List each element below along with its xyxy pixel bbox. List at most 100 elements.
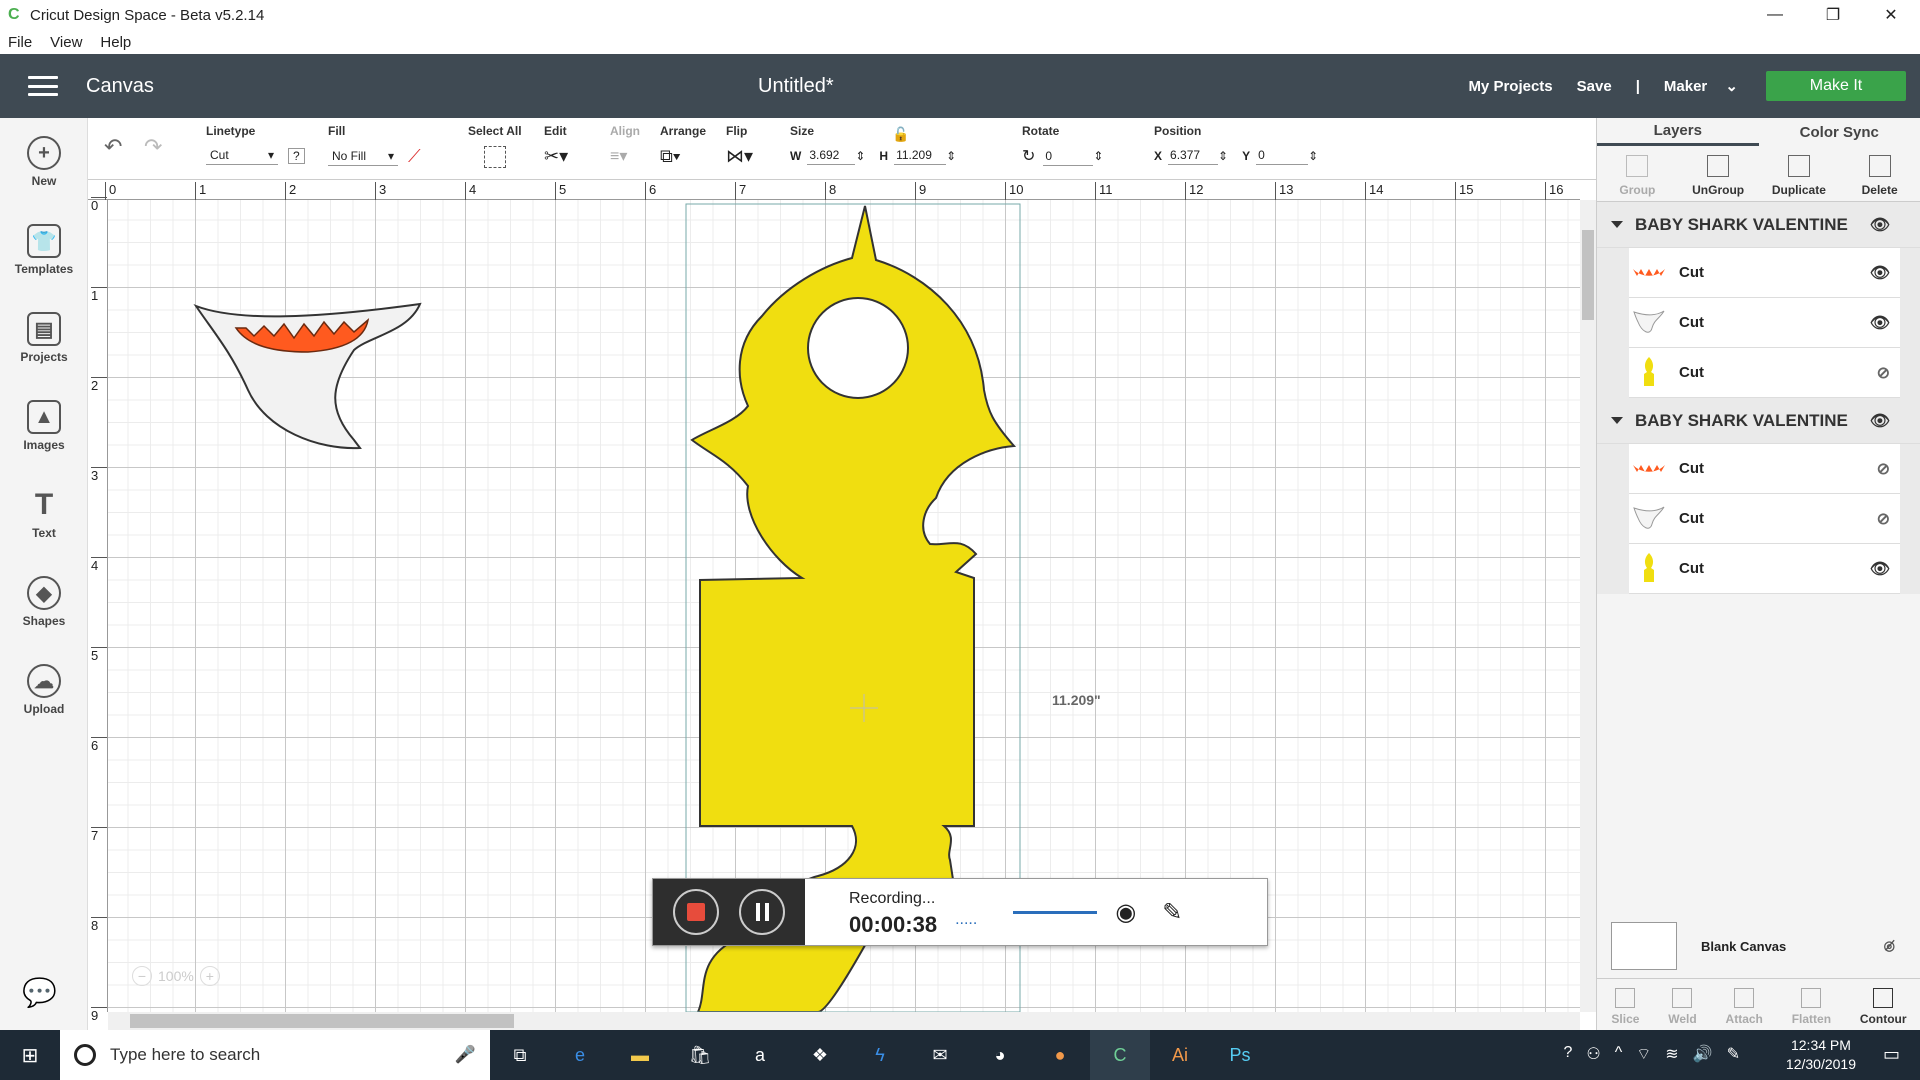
feedback-chat-icon[interactable]: 💬	[22, 976, 57, 1009]
volume-icon[interactable]: 🔊	[1693, 1044, 1713, 1064]
redo-icon[interactable]: ↷	[144, 134, 162, 160]
vertical-scrollbar[interactable]	[1580, 200, 1596, 1012]
weld-button[interactable]: Weld	[1668, 979, 1697, 1030]
flip-button[interactable]: Flip ⋈▾	[726, 124, 753, 167]
layer-group-header[interactable]: BABY SHARK VALENTINE 👁	[1597, 398, 1920, 444]
edge-icon[interactable]: e	[550, 1030, 610, 1080]
align-button[interactable]: Align ≡▾	[610, 124, 640, 166]
layer-group-header[interactable]: BABY SHARK VALENTINE 👁	[1597, 202, 1920, 248]
layer-row[interactable]: Cut ⊘	[1629, 348, 1900, 398]
x-input[interactable]: 6.377	[1168, 146, 1219, 165]
ungroup-button[interactable]: UnGroup	[1678, 146, 1758, 201]
pen-tray-icon[interactable]: ✎	[1727, 1044, 1740, 1064]
eye-icon[interactable]: 👁	[1870, 263, 1890, 283]
microphone-icon[interactable]: 🎤	[455, 1045, 476, 1065]
cricut-taskbar-icon[interactable]: C	[1090, 1030, 1150, 1080]
people-icon[interactable]: ⚇	[1586, 1044, 1600, 1064]
help-tray-icon[interactable]: ?	[1563, 1044, 1572, 1064]
firefox-icon[interactable]: ●	[1030, 1030, 1090, 1080]
y-stepper-icon[interactable]: ⇕	[1308, 149, 1318, 163]
zoom-in-icon[interactable]: +	[199, 966, 220, 986]
sidebar-upload[interactable]: ☁ Upload	[0, 664, 88, 716]
amazon-icon[interactable]: a	[730, 1030, 790, 1080]
delete-button[interactable]: Delete	[1840, 146, 1920, 201]
eye-icon[interactable]: 👁	[1870, 313, 1890, 333]
volume-slider[interactable]	[1013, 910, 1098, 914]
network-icon[interactable]: ⌔	[1636, 1044, 1651, 1064]
stop-recording-button[interactable]	[673, 889, 719, 935]
sidebar-shapes[interactable]: ◆ Shapes	[0, 576, 88, 628]
eye-icon[interactable]: 👁	[1870, 215, 1890, 235]
pen-color-icon[interactable]: ⟋	[408, 146, 421, 167]
task-view-icon[interactable]: ⧉	[490, 1030, 550, 1080]
collapse-triangle-icon[interactable]	[1611, 417, 1623, 424]
mail-icon[interactable]: ✉	[910, 1030, 970, 1080]
zoom-out-icon[interactable]: −	[132, 966, 152, 986]
horizontal-scroll-thumb[interactable]	[130, 1014, 514, 1028]
undo-icon[interactable]: ↶	[104, 134, 122, 160]
wifi-icon[interactable]: ≋	[1665, 1044, 1678, 1064]
my-projects-link[interactable]: My Projects	[1468, 78, 1552, 95]
sidebar-projects[interactable]: ▤ Projects	[0, 312, 88, 364]
collapse-triangle-icon[interactable]	[1611, 221, 1623, 228]
rotate-stepper-icon[interactable]: ⇕	[1093, 149, 1103, 163]
layer-row[interactable]: Cut 👁	[1629, 544, 1900, 594]
taskbar-search[interactable]: Type here to search 🎤	[60, 1030, 490, 1080]
menu-view[interactable]: View	[50, 34, 82, 51]
width-input[interactable]: 3.692	[807, 146, 856, 165]
file-explorer-icon[interactable]: ▬	[610, 1030, 670, 1080]
group-button[interactable]: Group	[1597, 146, 1677, 201]
select-all-button[interactable]: Select All	[468, 124, 522, 168]
lock-icon[interactable]: 🔓	[892, 126, 909, 143]
height-stepper-icon[interactable]: ⇕	[946, 149, 956, 163]
eye-hidden-icon[interactable]: ⊘	[1877, 509, 1890, 529]
sidebar-new[interactable]: + New	[0, 136, 88, 188]
webcam-icon[interactable]: ◉	[1115, 898, 1136, 927]
layer-row[interactable]: Cut 👁	[1629, 298, 1900, 348]
flatten-button[interactable]: Flatten	[1792, 979, 1831, 1030]
minimize-button[interactable]: —	[1746, 0, 1804, 30]
illustrator-icon[interactable]: Ai	[1150, 1030, 1210, 1080]
sidebar-images[interactable]: ▲ Images	[0, 400, 88, 452]
notifications-icon[interactable]: ▭	[1883, 1044, 1900, 1065]
store-icon[interactable]: 🛍	[670, 1030, 730, 1080]
chrome-icon[interactable]: ◕	[970, 1030, 1030, 1080]
layer-row[interactable]: Cut ⊘	[1629, 494, 1900, 544]
chevron-up-icon[interactable]: ^	[1615, 1044, 1623, 1064]
taskbar-clock[interactable]: 12:34 PM 12/30/2019	[1786, 1036, 1856, 1074]
slice-button[interactable]: Slice	[1611, 979, 1639, 1030]
pause-recording-button[interactable]	[739, 889, 785, 935]
fill-select[interactable]: No Fill ▾	[328, 147, 398, 166]
shark-mouth-shape[interactable]	[193, 302, 422, 450]
arrange-button[interactable]: Arrange ⧉▾	[660, 124, 706, 167]
layer-row[interactable]: Cut ⊘	[1629, 444, 1900, 494]
horizontal-scrollbar[interactable]	[108, 1012, 1580, 1030]
save-link[interactable]: Save	[1577, 78, 1612, 95]
visual-studio-icon[interactable]: ϟ	[850, 1030, 910, 1080]
close-window-button[interactable]: ✕	[1862, 0, 1920, 30]
make-it-button[interactable]: Make It	[1766, 71, 1906, 101]
photoshop-icon[interactable]: Ps	[1210, 1030, 1270, 1080]
linetype-help-button[interactable]: ?	[288, 147, 305, 164]
height-input[interactable]: 11.209	[894, 146, 947, 165]
windows-start-icon[interactable]: ⊞	[0, 1030, 60, 1080]
menu-help[interactable]: Help	[100, 34, 131, 51]
hamburger-menu-icon[interactable]	[28, 76, 58, 96]
tab-layers[interactable]: Layers	[1597, 118, 1759, 146]
duplicate-button[interactable]: Duplicate	[1759, 146, 1839, 201]
restore-button[interactable]: ❐	[1804, 0, 1862, 30]
menu-file[interactable]: File	[8, 34, 32, 51]
vertical-scroll-thumb[interactable]	[1582, 230, 1594, 320]
edit-button[interactable]: Edit ✂▾	[544, 124, 568, 167]
x-stepper-icon[interactable]: ⇕	[1218, 149, 1228, 163]
sidebar-text[interactable]: T Text	[0, 488, 88, 540]
dropbox-icon[interactable]: ❖	[790, 1030, 850, 1080]
eye-hidden-icon[interactable]: ◎̸	[1884, 938, 1895, 954]
eye-icon[interactable]: 👁	[1870, 411, 1890, 431]
machine-select[interactable]: Maker ⌄	[1664, 77, 1738, 95]
eye-hidden-icon[interactable]: ⊘	[1877, 363, 1890, 383]
eye-icon[interactable]: 👁	[1870, 559, 1890, 579]
rotate-input[interactable]: 0	[1043, 147, 1094, 166]
linetype-select[interactable]: Cut ▾	[206, 146, 278, 165]
attach-button[interactable]: Attach	[1726, 979, 1763, 1030]
